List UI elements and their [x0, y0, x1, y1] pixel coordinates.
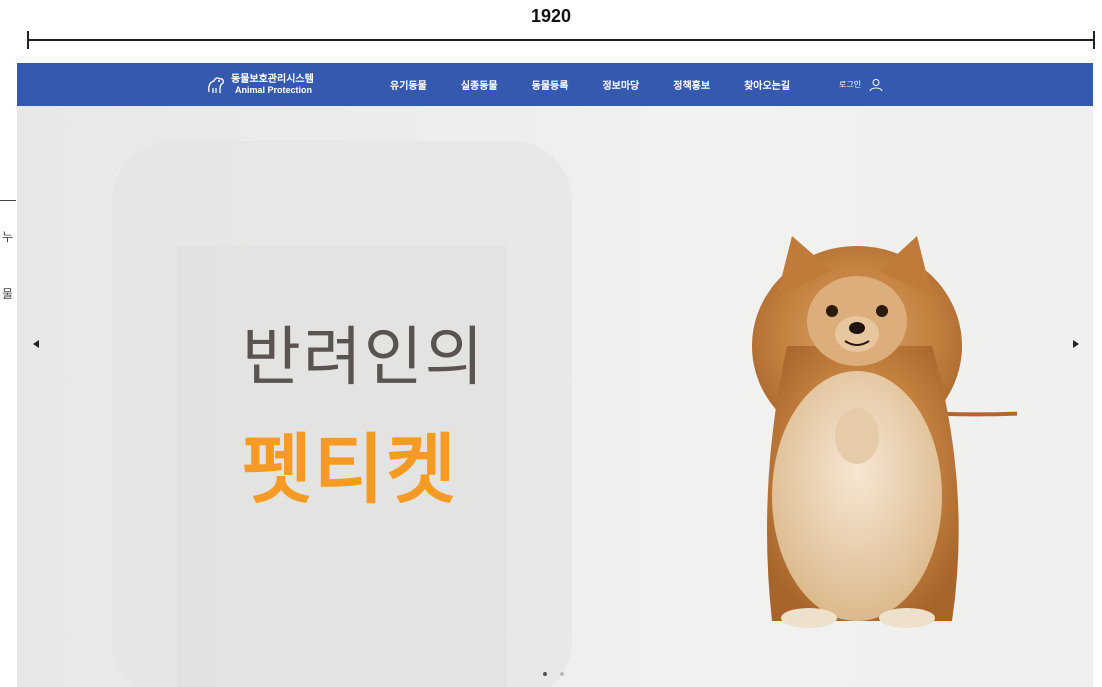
slide-dot[interactable]	[560, 672, 564, 676]
logo-english-text: Animal Protection	[235, 85, 313, 95]
side-glyph: 누	[2, 230, 14, 244]
width-annotation-cap-right	[1093, 31, 1095, 49]
menu-item-information[interactable]: 정보마당	[602, 77, 639, 92]
hero-slider: 반려인의 펫티켓	[17, 106, 1093, 687]
side-annotation-fragment: 누 물	[0, 200, 16, 320]
main-menu: 유기동물 실종동물 동물등록 정보마당 정책홍보 찾아오는길	[390, 63, 824, 106]
menu-item-missing-animals[interactable]: 실종동물	[461, 77, 498, 92]
slide-pagination	[543, 672, 577, 676]
menu-item-animal-registration[interactable]: 동물등록	[532, 77, 569, 92]
hero-headline-line1: 반려인의	[242, 321, 486, 395]
logo-korean-text: 동물보호관리시스템	[231, 74, 314, 85]
side-glyph: 물	[2, 287, 14, 301]
menu-item-directions[interactable]: 찾아오는길	[744, 77, 790, 92]
login-label: 로그인	[839, 80, 862, 89]
animal-logo-icon	[208, 77, 224, 93]
pomeranian-dog-image	[752, 236, 1017, 628]
user-icon	[869, 78, 883, 91]
menu-item-policy-promotion[interactable]: 정책홍보	[673, 77, 710, 92]
menu-item-lost-animals[interactable]: 유기동물	[390, 77, 427, 92]
side-annotation-rule	[0, 200, 16, 201]
width-annotation-label: 1920	[530, 6, 572, 26]
width-annotation-line	[28, 39, 1094, 41]
slide-dot-active[interactable]	[543, 672, 547, 676]
prev-slide-button[interactable]	[27, 334, 47, 354]
login-button[interactable]: 로그인	[839, 63, 883, 106]
width-annotation-cap-left	[27, 31, 29, 49]
site-logo[interactable]: 동물보호관리시스템 Animal Protection	[205, 71, 314, 99]
next-slide-button[interactable]	[1065, 334, 1085, 354]
website-frame: 동물보호관리시스템 Animal Protection 유기동물 실종동물 동물…	[17, 63, 1093, 687]
top-navbar: 동물보호관리시스템 Animal Protection 유기동물 실종동물 동물…	[17, 63, 1093, 106]
hero-headline-line2: 펫티켓	[242, 425, 458, 514]
